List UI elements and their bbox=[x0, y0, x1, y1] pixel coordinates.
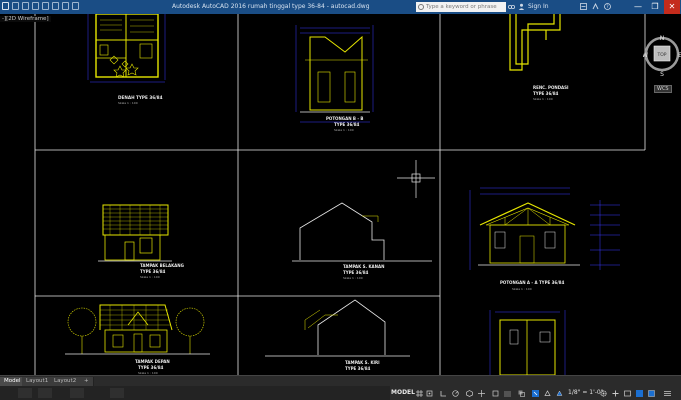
wcs-menu[interactable]: WCS bbox=[654, 85, 672, 93]
user-icon[interactable] bbox=[518, 3, 525, 10]
pondasi-scale: Skala 1 : 100 bbox=[533, 97, 553, 101]
denah-title: DENAH TYPE 36/84 bbox=[118, 95, 163, 100]
add-layout-button[interactable]: + bbox=[80, 377, 94, 386]
new-file-icon[interactable] bbox=[12, 2, 19, 10]
compass-west: W bbox=[643, 52, 648, 59]
gear-icon[interactable] bbox=[600, 390, 607, 397]
navcube-top-label: TOP bbox=[656, 52, 666, 58]
belakang-type: TYPE 36/84 bbox=[140, 269, 165, 274]
snap-icon[interactable] bbox=[426, 390, 433, 397]
pot-bb-type: TYPE 36/84 bbox=[334, 122, 359, 127]
status-tile bbox=[70, 388, 84, 398]
a360-icon[interactable] bbox=[592, 3, 599, 10]
sign-in-button[interactable]: Sign In bbox=[528, 3, 549, 10]
maximize-button[interactable]: ❐ bbox=[647, 0, 663, 14]
plot-icon[interactable] bbox=[52, 2, 59, 10]
help-icon[interactable]: ? bbox=[604, 3, 611, 10]
kanan-scale: Skala 1 : 100 bbox=[343, 276, 363, 280]
minimize-button[interactable]: — bbox=[630, 0, 646, 14]
drawing-canvas[interactable]: DENAH TYPE 36/84 Skala 1 : 100 POTONGAN … bbox=[0, 14, 681, 375]
status-bar: MODEL 1/8" = 1'-0" bbox=[0, 386, 681, 400]
window-title: Autodesk AutoCAD 2016 rumah tinggal type… bbox=[172, 3, 370, 10]
annotation-scale-dropdown[interactable]: 1/8" = 1'-0" bbox=[568, 389, 603, 396]
status-tile bbox=[110, 388, 124, 398]
depan-type: TYPE 36/84 bbox=[138, 365, 163, 370]
model-space-toggle[interactable]: MODEL bbox=[391, 389, 415, 396]
pondasi-type: TYPE 36/84 bbox=[533, 91, 558, 96]
belakang-title: TAMPAK BELAKANG bbox=[140, 263, 184, 268]
kiri-title: TAMPAK S. KIRI bbox=[345, 360, 380, 365]
open-file-icon[interactable] bbox=[22, 2, 29, 10]
plus-icon[interactable] bbox=[612, 390, 619, 397]
customization-icon[interactable] bbox=[664, 390, 671, 397]
pondasi-title: RENC. PONDASI bbox=[533, 85, 569, 90]
compass-south: S bbox=[660, 71, 664, 78]
depan-title: TAMPAK DEPAN bbox=[135, 359, 170, 364]
lineweight-icon[interactable] bbox=[504, 390, 511, 397]
annotation-autoscale-icon[interactable] bbox=[556, 390, 563, 397]
pot-bb-scale: Skala 1 : 100 bbox=[334, 128, 354, 132]
close-button[interactable]: ✕ bbox=[664, 0, 680, 14]
tab-layout2[interactable]: Layout2 bbox=[50, 377, 82, 386]
redo-icon[interactable] bbox=[72, 2, 79, 10]
kanan-title: TAMPAK S. KANAN bbox=[343, 264, 384, 269]
object-snap-icon[interactable] bbox=[492, 390, 499, 397]
undo-icon[interactable] bbox=[62, 2, 69, 10]
annotation-visibility-icon[interactable] bbox=[544, 390, 551, 397]
pot-bb-title: POTONGAN B - B bbox=[326, 116, 363, 121]
search-icon bbox=[418, 4, 424, 10]
tab-layout1[interactable]: Layout1 bbox=[22, 377, 54, 386]
belakang-scale: Skala 1 : 100 bbox=[140, 275, 160, 279]
kanan-type: TYPE 36/84 bbox=[343, 270, 368, 275]
selection-cycling-icon[interactable] bbox=[532, 390, 539, 397]
status-tile bbox=[38, 388, 52, 398]
exchange-icon[interactable] bbox=[580, 3, 587, 10]
isodraft-icon[interactable] bbox=[466, 390, 473, 397]
clean-screen-icon[interactable] bbox=[648, 390, 655, 397]
status-tile bbox=[18, 388, 32, 398]
pot-aa-scale: Skala 1 : 100 bbox=[512, 287, 532, 291]
ortho-icon[interactable] bbox=[440, 390, 447, 397]
compass-north: N bbox=[660, 35, 665, 42]
polar-tracking-icon[interactable] bbox=[452, 390, 459, 397]
hardware-acceleration-icon[interactable] bbox=[636, 390, 643, 397]
title-bar: Autodesk AutoCAD 2016 rumah tinggal type… bbox=[0, 0, 681, 14]
kiri-type: TYPE 36/84 bbox=[345, 366, 370, 371]
object-snap-tracking-icon[interactable] bbox=[478, 390, 485, 397]
command-line-area[interactable] bbox=[0, 386, 390, 400]
isolate-objects-icon[interactable] bbox=[624, 390, 631, 397]
pot-aa-title: POTONGAN A - A TYPE 36/84 bbox=[500, 280, 564, 285]
transparency-icon[interactable] bbox=[518, 390, 525, 397]
viewport-controls-label[interactable]: -][2D Wireframe] bbox=[0, 16, 51, 22]
grid-icon[interactable] bbox=[416, 390, 423, 397]
app-menu-icon[interactable] bbox=[2, 2, 9, 10]
search-input[interactable]: Type a keyword or phrase bbox=[416, 2, 506, 12]
save-as-icon[interactable] bbox=[42, 2, 49, 10]
quick-access-toolbar bbox=[2, 2, 79, 10]
denah-scale: Skala 1 : 100 bbox=[118, 101, 138, 105]
save-icon[interactable] bbox=[32, 2, 39, 10]
binoculars-icon[interactable] bbox=[508, 3, 515, 10]
